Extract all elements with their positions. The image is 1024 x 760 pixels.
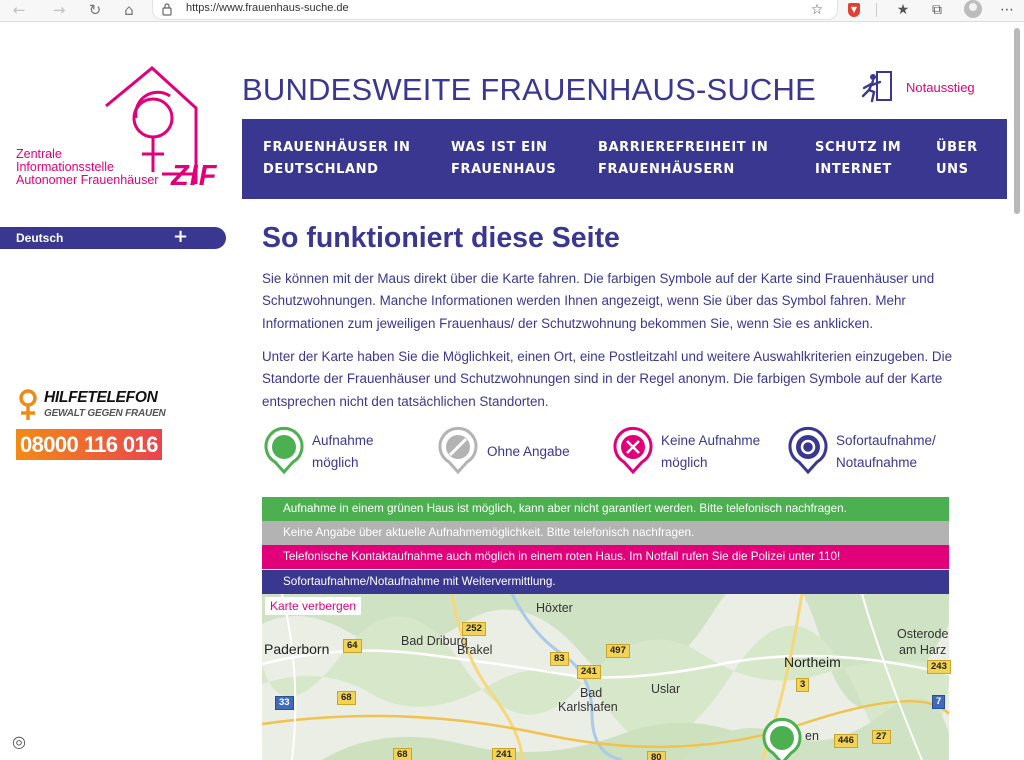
female-symbol-icon: [19, 389, 37, 420]
hilfe-title: HILFETELEFON: [44, 389, 158, 406]
road-number: 68: [393, 748, 412, 760]
logo-line-3: Autonomer Frauenhäuser: [16, 173, 159, 187]
road-number: 241: [492, 748, 516, 760]
road-number: 83: [550, 652, 569, 666]
site-title[interactable]: BUNDESWEITE FRAUENHAUS-SUCHE: [242, 72, 816, 108]
legend-ohne-angabe: Ohne Angabe: [437, 426, 587, 476]
brave-shield-icon[interactable]: ▼: [848, 3, 860, 17]
pink-x-marker-icon: [613, 426, 653, 474]
road-number: 446: [834, 734, 858, 748]
legend-aufnahme-moeglich: Aufnahme möglich: [263, 426, 423, 476]
road-number: 241: [577, 665, 601, 679]
favorites-icon[interactable]: ★: [892, 0, 914, 22]
page-scrollbar[interactable]: [1010, 22, 1024, 760]
scrollbar-thumb[interactable]: [1014, 28, 1020, 214]
profile-avatar[interactable]: [964, 0, 982, 18]
more-icon[interactable]: ⋯: [996, 0, 1018, 22]
map-city-label: Northeim: [784, 654, 841, 670]
map-city-label: Bad: [580, 686, 603, 700]
road-number: 3: [796, 678, 810, 692]
add-favorite-icon[interactable]: ☆: [806, 0, 828, 22]
road-number: 80: [647, 751, 666, 760]
road-number: 243: [927, 660, 951, 674]
map-city-label: Osterode: [897, 627, 949, 641]
legend-sofortaufnahme: Sofortaufnahme/Notaufnahme: [787, 426, 957, 476]
language-selector[interactable]: Deutsch +: [0, 226, 226, 249]
map-marker-green-icon[interactable]: [761, 717, 803, 760]
map-city-label: am Harz: [899, 643, 947, 657]
road-number: 27: [872, 730, 891, 744]
page-heading: So funktioniert diese Seite: [262, 222, 620, 254]
map-city-label: Höxter: [536, 601, 573, 615]
back-icon[interactable]: ←: [8, 0, 30, 22]
road-number: 68: [337, 691, 356, 705]
browser-toolbar: ← → ↻ ⌂ https://www.frauenhaus-suche.de …: [0, 0, 1024, 22]
collections-icon[interactable]: ⧉: [926, 0, 948, 22]
hilfe-subtitle: GEWALT GEGEN FRAUEN: [44, 408, 166, 419]
map-city-label: Paderborn: [264, 641, 330, 657]
road-number: 497: [606, 644, 630, 658]
home-icon[interactable]: ⌂: [118, 0, 140, 22]
main-navigation: FRAUENHÄUSER IN DEUTSCHLAND WAS IST EIN FR…: [242, 119, 1007, 199]
nav-item-schutz-im-internet[interactable]: SCHUTZ IM INTERNET: [815, 137, 901, 181]
blue-ring-marker-icon: [788, 426, 828, 474]
road-number: 7: [932, 695, 946, 709]
map-city-label: en: [805, 729, 819, 743]
nav-item-was-ist-ein-frauenhaus[interactable]: WAS IST EIN FRAUENHAUS: [451, 137, 556, 181]
road-number: 64: [343, 639, 362, 653]
logo-text: Zentrale Informationsstelle Autonomer Fr…: [16, 148, 158, 187]
logo-abbr: ZIF: [171, 160, 218, 192]
emergency-exit-icon: [861, 71, 892, 103]
nav-item-barrierefreiheit[interactable]: BARRIEREFREIHEIT IN FRAUENHÄUSERN: [598, 137, 768, 181]
map-city-label: Karlshafen: [558, 700, 618, 714]
info-bar-pink: Telefonische Kontaktaufnahme auch möglic…: [262, 545, 949, 569]
nav-item-frauenhaeuser[interactable]: FRAUENHÄUSER IN DEUTSCHLAND: [263, 137, 410, 181]
toolbar-divider: [876, 3, 877, 17]
notausstieg-label[interactable]: Notausstieg: [906, 80, 975, 95]
legend-keine-aufnahme: Keine Aufnahme möglich: [612, 426, 772, 476]
hilfe-phone-number[interactable]: 08000 116 016: [16, 429, 162, 460]
grey-slash-marker-icon: [438, 426, 478, 474]
road-number: 33: [275, 696, 294, 710]
nav-item-ueber-uns[interactable]: ÜBER UNS: [936, 137, 978, 181]
fingerprint-icon[interactable]: ◎: [12, 732, 26, 751]
forward-icon[interactable]: →: [48, 0, 70, 22]
instructions-paragraph: Unter der Karte haben Sie die Möglichkei…: [262, 349, 953, 409]
plus-icon[interactable]: +: [173, 226, 188, 247]
address-url[interactable]: https://www.frauenhaus-suche.de: [186, 2, 349, 14]
info-bar-grey: Keine Angabe über aktuelle Aufnahmemögli…: [262, 521, 949, 545]
intro-paragraph: Sie können mit der Maus direkt über die …: [262, 271, 935, 331]
map-city-label: Uslar: [651, 682, 681, 696]
reload-icon[interactable]: ↻: [84, 0, 106, 22]
info-bar-blue: Sofortaufnahme/Notaufnahme mit Weiterver…: [262, 570, 949, 594]
map-city-label: Brakel: [457, 643, 493, 657]
language-label[interactable]: Deutsch: [16, 231, 63, 245]
green-circle-marker-icon: [264, 426, 304, 474]
info-bar-green: Aufnahme in einem grünen Haus ist möglic…: [262, 497, 949, 521]
notausstieg-link[interactable]: Notausstieg: [860, 70, 990, 104]
hilfetelefon-banner[interactable]: HILFETELEFON GEWALT GEGEN FRAUEN 08000 1…: [16, 389, 166, 463]
road-number: 252: [462, 622, 486, 636]
address-bar[interactable]: https://www.frauenhaus-suche.de: [152, 0, 838, 20]
hide-map-button[interactable]: Karte verbergen: [265, 597, 362, 615]
lock-icon: [162, 3, 172, 16]
